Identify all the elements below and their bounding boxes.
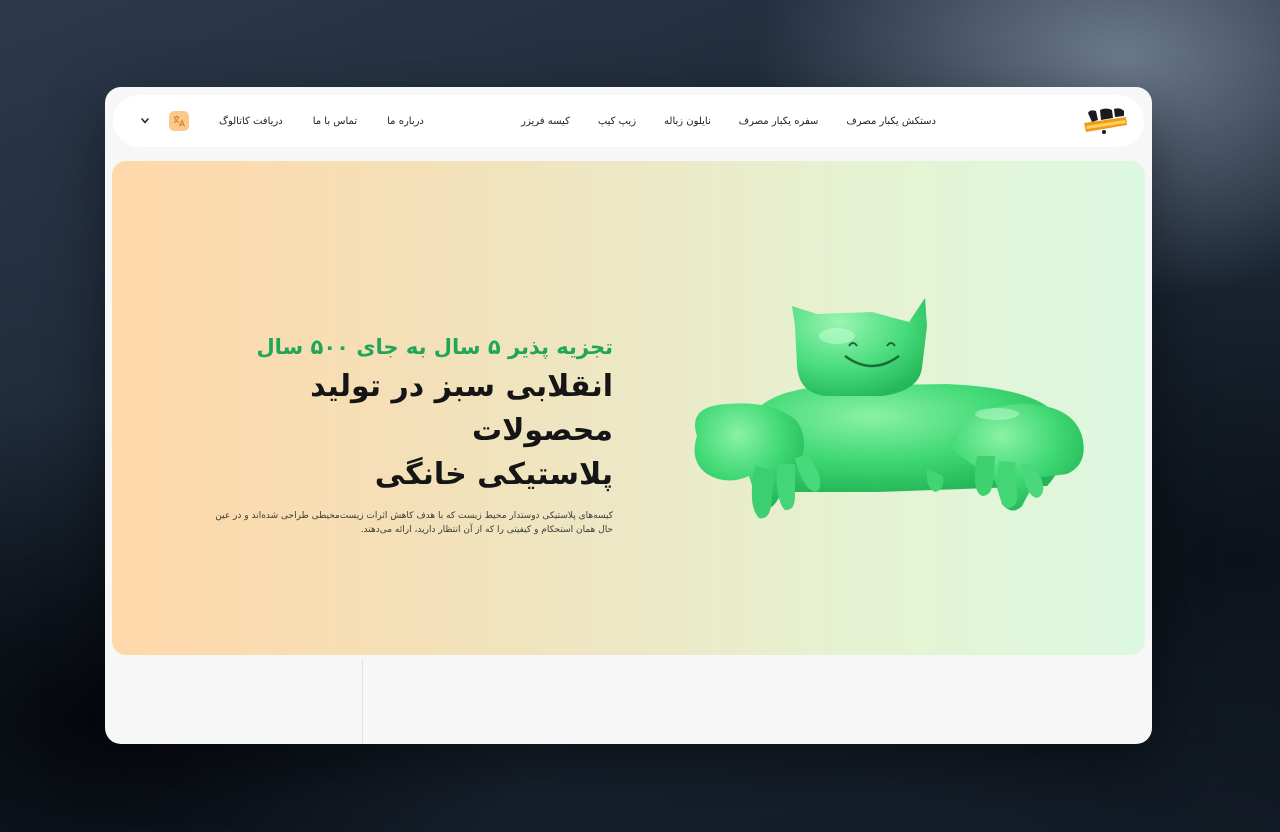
about-link[interactable]: درباره ما — [387, 116, 424, 127]
translate-icon[interactable] — [169, 111, 189, 131]
nav-link-disposable-gloves[interactable]: دستکش یکبار مصرف — [846, 116, 936, 127]
main-nav: کیسه فریزر زیپ کیپ نایلون زباله سفره یکب… — [521, 95, 936, 147]
column-divider — [362, 659, 363, 744]
hero-subtitle: تجزیه پذیر ۵ سال به جای ۵۰۰ سال — [256, 335, 613, 359]
chevron-down-icon[interactable] — [139, 115, 151, 127]
hero-title-line1: انقلابی سبز در تولید محصولات — [310, 369, 613, 448]
hero-description: کیسه‌های پلاستیکی دوستدار محیط زیست که ب… — [215, 511, 613, 535]
catalog-link[interactable]: دریافت کاتالوگ — [219, 116, 283, 127]
content-section — [105, 659, 1152, 744]
hero-text: تجزیه پذیر ۵ سال به جای ۵۰۰ سال انقلابی … — [213, 331, 613, 537]
browser-window: کیسه فریزر زیپ کیپ نایلون زباله سفره یکب… — [105, 87, 1152, 744]
nav-link-freezer-bag[interactable]: کیسه فریزر — [521, 116, 570, 127]
contact-link[interactable]: تماس با ما — [313, 116, 357, 127]
hero-banner: تجزیه پذیر ۵ سال به جای ۵۰۰ سال انقلابی … — [112, 161, 1145, 655]
mascot-illustration — [677, 296, 1097, 521]
nav-link-zip-cap[interactable]: زیپ کیپ — [598, 116, 636, 127]
brand-logo[interactable] — [1080, 105, 1130, 137]
nav-secondary: دریافت کاتالوگ تماس با ما درباره ما — [139, 95, 424, 147]
nav-link-disposable-tablecloth[interactable]: سفره یکبار مصرف — [739, 116, 819, 127]
hero-title-line2: پلاستیکی خانگی — [374, 457, 613, 492]
nav-link-trash-bag[interactable]: نایلون زباله — [664, 116, 711, 127]
navbar: کیسه فریزر زیپ کیپ نایلون زباله سفره یکب… — [113, 95, 1144, 147]
